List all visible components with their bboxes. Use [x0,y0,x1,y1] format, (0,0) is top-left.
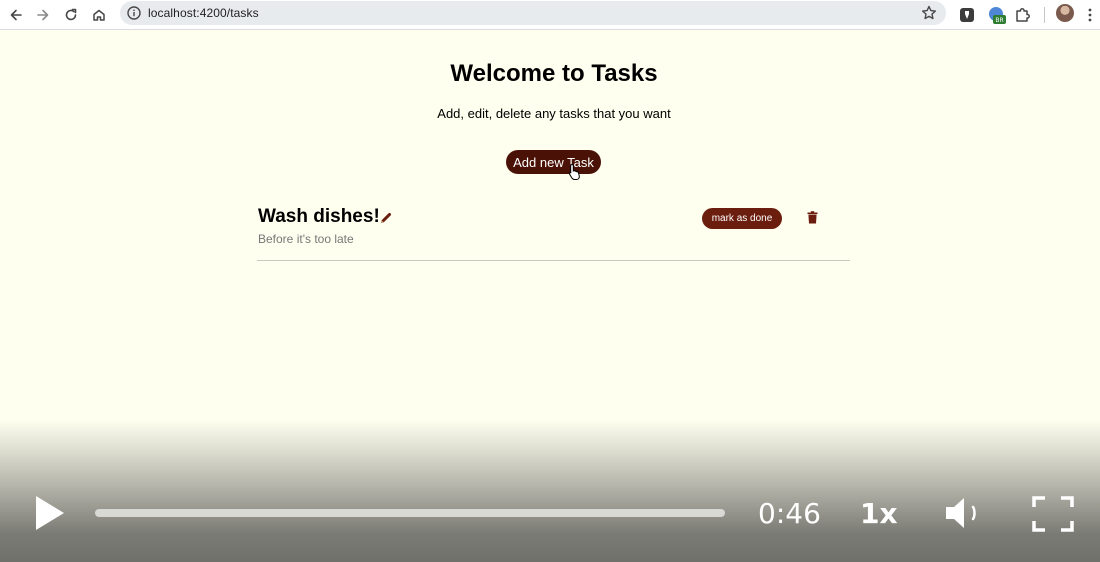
page-subtitle: Add, edit, delete any tasks that you wan… [437,106,671,121]
task-description: Before it's too late [258,232,354,246]
puzzle-icon[interactable] [1013,5,1033,25]
play-icon[interactable] [34,494,66,532]
star-icon[interactable] [920,4,938,22]
reload-icon[interactable] [59,3,83,27]
extension-icon[interactable] [957,5,977,25]
hand-cursor-icon [568,163,580,180]
page-title: Welcome to Tasks [450,60,658,87]
task-title: Wash dishes! [258,206,380,227]
browser-toolbar: localhost:4200/tasks BR [0,0,1100,30]
info-icon[interactable] [126,5,142,21]
volume-icon[interactable] [944,494,982,532]
url-text[interactable]: localhost:4200/tasks [148,6,259,20]
mark-as-done-button[interactable]: mark as done [702,208,782,229]
fullscreen-icon[interactable] [1032,496,1074,532]
add-task-button[interactable]: Add new Task [506,150,601,174]
trash-icon[interactable] [807,211,818,224]
video-time: 0:46 [758,497,821,530]
home-icon[interactable] [87,3,111,27]
kebab-menu-icon[interactable] [1080,3,1100,27]
playback-speed-button[interactable]: 1x [860,497,898,530]
pencil-icon[interactable] [379,211,393,225]
toolbar-divider [1044,7,1045,23]
video-controls-overlay [0,420,1100,562]
task-item: Wash dishes! Before it's too late mark a… [257,198,850,261]
arrow-right-icon[interactable] [31,3,55,27]
avatar[interactable] [1056,4,1074,22]
address-bar[interactable]: localhost:4200/tasks [120,1,946,25]
extension-badge-icon[interactable]: BR [987,5,1007,25]
screen: localhost:4200/tasks BR Welcome to Tasks… [0,0,1100,562]
svg-text:BR: BR [995,17,1003,24]
video-progress-bar[interactable] [95,509,725,517]
arrow-left-icon[interactable] [4,3,28,27]
